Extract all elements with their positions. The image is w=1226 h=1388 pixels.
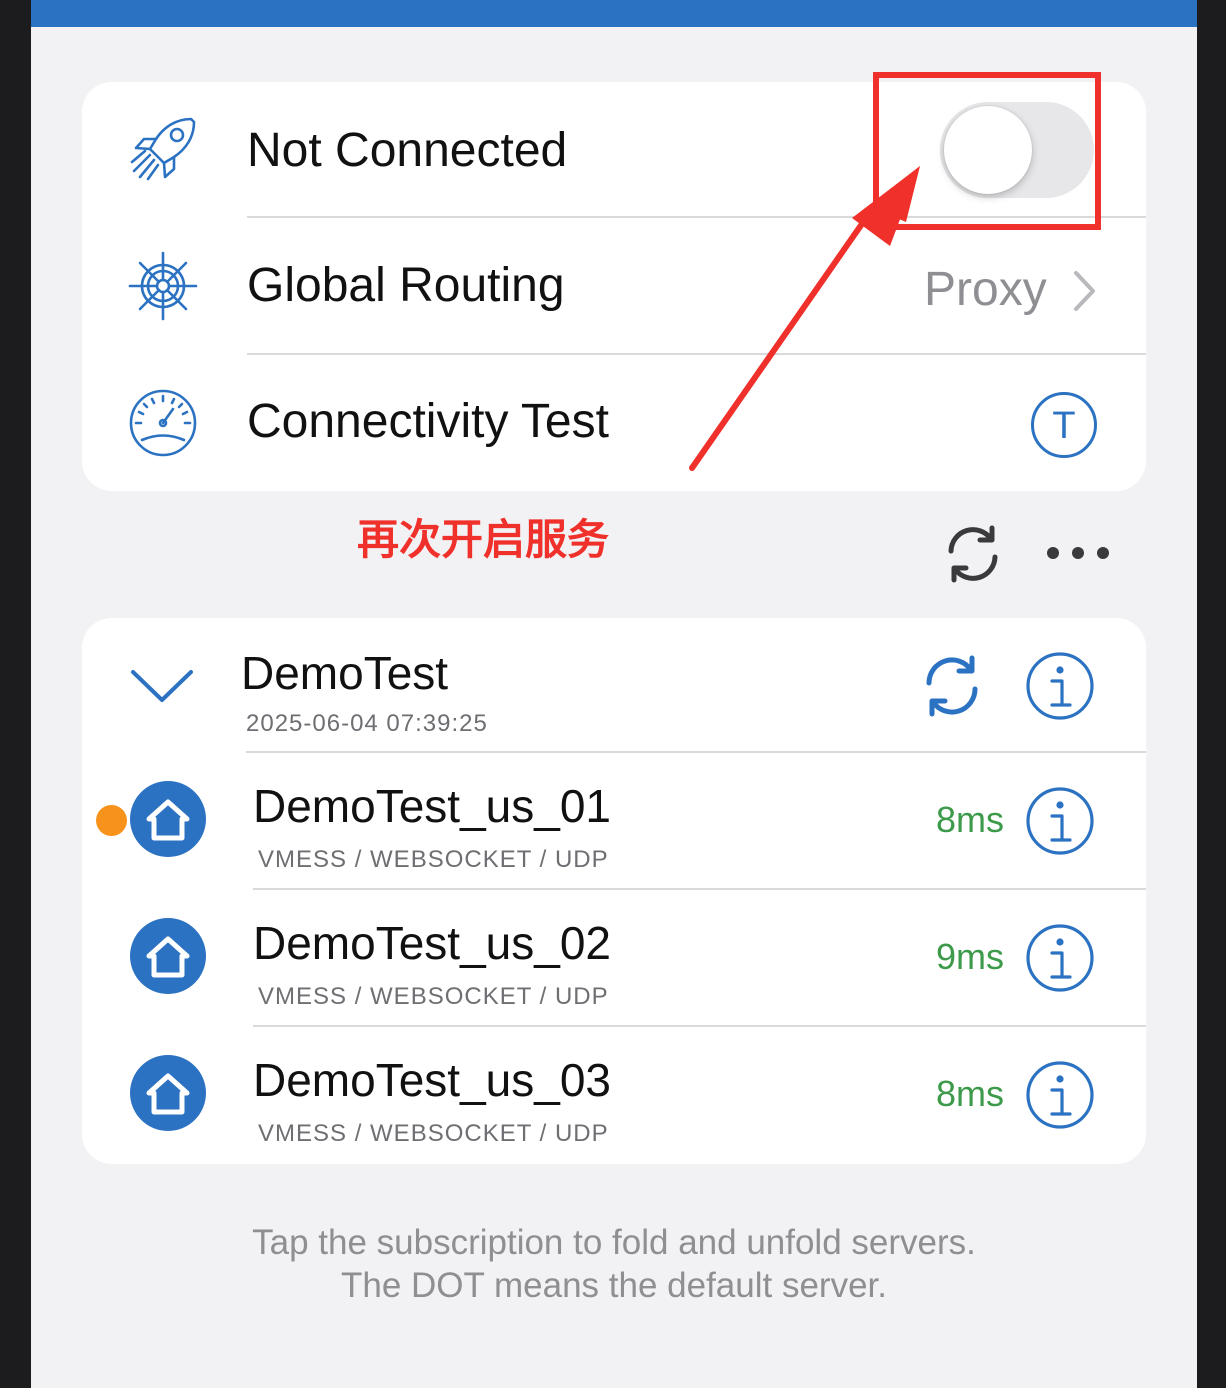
server-row-2[interactable]: DemoTest_us_02 VMESS / WEBSOCKET / UDP 9… xyxy=(82,889,1146,1026)
subscription-card: DemoTest 2025-06-04 07:39:25 DemoTest_us… xyxy=(82,618,1146,1164)
server-protocol: VMESS / WEBSOCKET / UDP xyxy=(258,983,609,1010)
annotation-text: 再次开启服务 xyxy=(357,515,610,564)
subscription-info-icon[interactable] xyxy=(1025,651,1095,721)
server-row-3[interactable]: DemoTest_us_03 VMESS / WEBSOCKET / UDP 8… xyxy=(82,1026,1146,1163)
subscription-refresh-icon[interactable] xyxy=(919,653,985,719)
more-options-icon[interactable] xyxy=(1043,538,1113,568)
subscription-header[interactable]: DemoTest 2025-06-04 07:39:25 xyxy=(82,618,1146,752)
server-protocol: VMESS / WEBSOCKET / UDP xyxy=(258,846,609,873)
server-protocol: VMESS / WEBSOCKET / UDP xyxy=(258,1120,609,1147)
callout-arrow-icon xyxy=(689,166,920,471)
default-server-dot xyxy=(96,805,127,836)
server-latency: 9ms xyxy=(936,936,1005,977)
home-icon xyxy=(130,1055,206,1131)
home-icon xyxy=(130,918,206,994)
test-button-glyph: T xyxy=(1052,405,1075,447)
chevron-down-icon[interactable] xyxy=(130,666,194,706)
navigation-bar xyxy=(31,0,1197,27)
connectivity-test-row: Connectivity Test T xyxy=(82,354,1146,491)
server-info-icon[interactable] xyxy=(1025,1060,1095,1130)
server-name: DemoTest_us_03 xyxy=(253,1054,611,1106)
footer-hint-line-2: The DOT means the default server. xyxy=(340,1266,887,1305)
connectivity-test-label: Connectivity Test xyxy=(247,395,609,448)
server-latency: 8ms xyxy=(936,799,1005,840)
speedometer-icon xyxy=(129,389,197,457)
connection-status-label: Not Connected xyxy=(247,124,568,177)
subscription-updated-time: 2025-06-04 07:39:25 xyxy=(246,710,488,737)
ship-wheel-icon xyxy=(128,251,198,321)
server-info-icon[interactable] xyxy=(1025,923,1095,993)
global-routing-label: Global Routing xyxy=(247,259,565,312)
subscription-name: DemoTest xyxy=(241,647,449,699)
routing-mode-value: Proxy xyxy=(924,263,1047,316)
server-latency: 8ms xyxy=(936,1073,1005,1114)
connectivity-test-button[interactable]: T xyxy=(1030,391,1098,459)
chevron-right-icon xyxy=(1074,271,1095,311)
server-row-1[interactable]: DemoTest_us_01 VMESS / WEBSOCKET / UDP 8… xyxy=(82,752,1146,889)
footer-hint-line-1: Tap the subscription to fold and unfold … xyxy=(252,1223,976,1262)
global-routing-row[interactable]: Global Routing Proxy xyxy=(82,217,1146,354)
server-name: DemoTest_us_01 xyxy=(253,780,611,832)
server-info-icon[interactable] xyxy=(1025,786,1095,856)
server-name: DemoTest_us_02 xyxy=(253,917,611,969)
refresh-all-icon[interactable] xyxy=(942,523,1004,585)
rocket-icon xyxy=(130,117,196,181)
home-icon xyxy=(130,781,206,857)
